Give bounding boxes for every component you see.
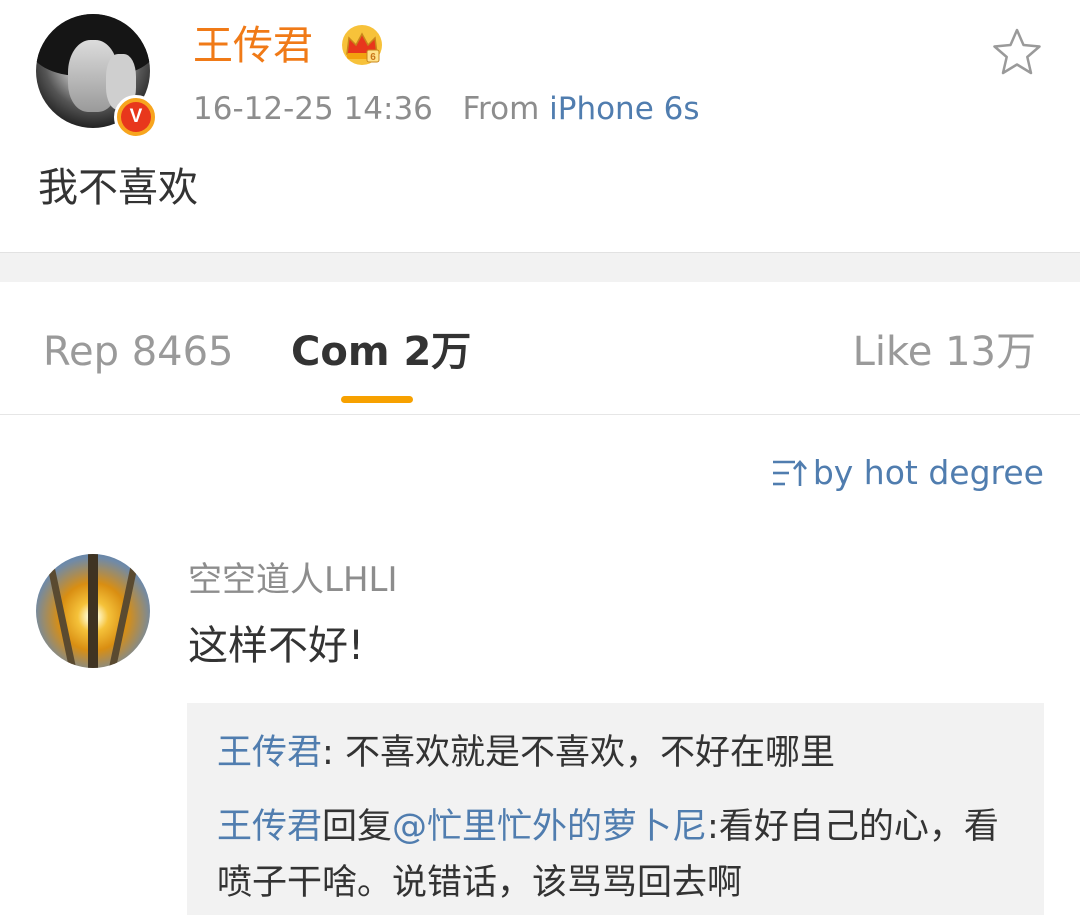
post-timestamp: 16-12-25 14:36 xyxy=(193,91,433,127)
reply-text: 不喜欢就是不喜欢，不好在哪里 xyxy=(344,733,835,773)
sort-button[interactable]: by hot degree xyxy=(771,450,1044,496)
sort-icon xyxy=(772,460,807,486)
sort-label: by hot degree xyxy=(812,453,1044,492)
reply-word: 回复 xyxy=(322,807,393,847)
verified-badge-label: V xyxy=(121,102,151,132)
star-icon[interactable] xyxy=(990,26,1044,78)
source-prefix: From xyxy=(462,91,540,127)
verified-icon: V xyxy=(114,95,158,139)
commenter-name[interactable]: 空空道人LHLI xyxy=(188,556,397,604)
section-divider xyxy=(0,252,1080,282)
post-author-name[interactable]: 王传君 xyxy=(193,18,313,74)
reply-item: 王传君: 不喜欢就是不喜欢，不好在哪里 xyxy=(217,725,1007,781)
reply-item: 王传君回复@忙里忙外的萝卜尼:看好自己的心，看喷子干啥。说错话，该骂骂回去啊 xyxy=(217,799,1007,911)
mention-link[interactable]: @忙里忙外的萝卜尼 xyxy=(392,807,707,847)
replies-box[interactable]: 王传君: 不喜欢就是不喜欢，不好在哪里 王传君回复@忙里忙外的萝卜尼:看好自己的… xyxy=(187,703,1044,915)
reply-author-link[interactable]: 王传君 xyxy=(217,807,322,847)
tab-reposts[interactable]: Rep 8465 xyxy=(43,324,234,380)
post-meta: 16-12-25 14:36 From iPhone 6s xyxy=(193,86,700,132)
svg-text:6: 6 xyxy=(370,52,376,63)
post-text: 我不喜欢 xyxy=(38,165,198,211)
tab-bar: Rep 8465 Com 2万 Like 13万 xyxy=(0,282,1080,415)
commenter-avatar[interactable] xyxy=(36,554,150,668)
reply-author-link[interactable]: 王传君 xyxy=(217,733,322,773)
tab-comments[interactable]: Com 2万 xyxy=(291,324,471,380)
crown-badge-icon[interactable]: 6 xyxy=(339,24,385,66)
tab-likes[interactable]: Like 13万 xyxy=(853,324,1036,380)
active-tab-indicator xyxy=(341,396,413,403)
post-card: V 王传君 6 16-12-25 14:36 From iPhone 6s 我不… xyxy=(0,0,1080,254)
source-device-link[interactable]: iPhone 6s xyxy=(549,91,699,127)
comment-text: 这样不好! xyxy=(188,623,365,669)
reply-separator: : xyxy=(322,733,345,773)
